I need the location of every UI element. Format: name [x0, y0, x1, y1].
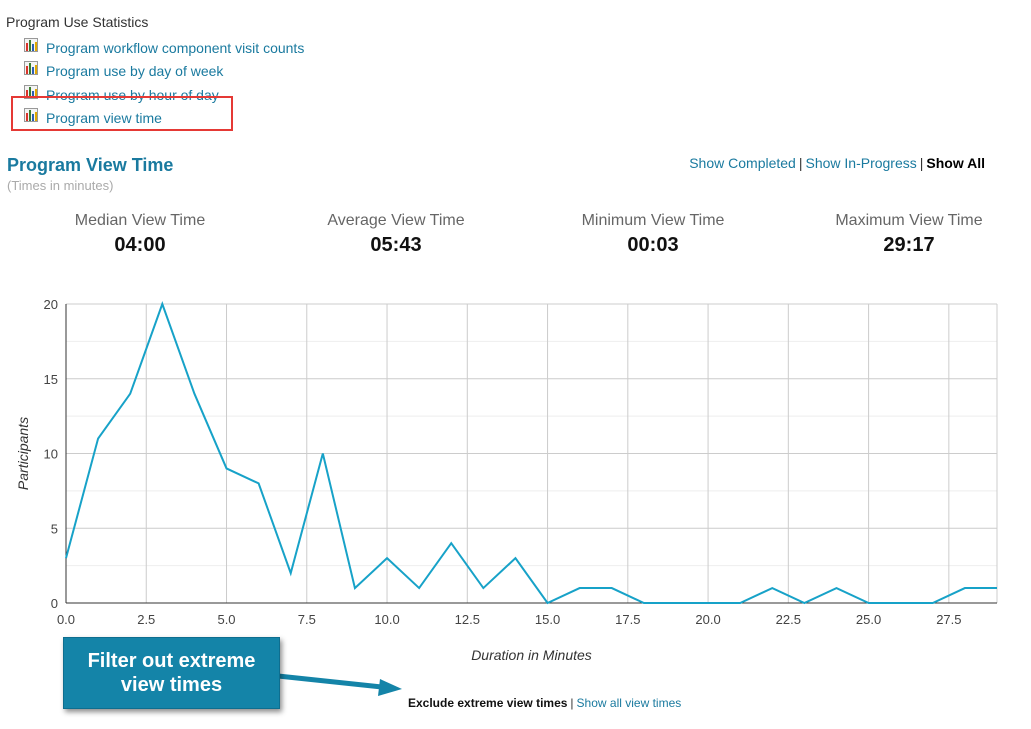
data-point	[546, 601, 550, 605]
data-point	[192, 392, 196, 396]
bottom-separator: |	[570, 696, 574, 710]
show-all-view-times-link[interactable]: Show all view times	[577, 696, 682, 710]
data-point	[834, 586, 838, 590]
stat-value: 05:43	[370, 234, 422, 256]
exclude-extreme-link[interactable]: Exclude extreme view times	[408, 696, 567, 710]
data-point	[128, 392, 132, 396]
stat-median: Median View Time 04:00	[40, 212, 240, 257]
show-all-filter[interactable]: Show All	[926, 155, 985, 171]
data-point	[610, 586, 614, 590]
data-point	[963, 586, 967, 590]
x-tick-label: 5.0	[217, 612, 235, 627]
bar-chart-icon	[24, 37, 38, 52]
data-point	[642, 601, 646, 605]
data-point	[867, 601, 871, 605]
data-point	[513, 556, 517, 560]
x-tick-label: 12.5	[455, 612, 480, 627]
annotation-arrow	[277, 673, 402, 696]
stat-value: 29:17	[883, 234, 935, 256]
section-title: Program Use Statistics	[6, 14, 149, 30]
data-point	[931, 601, 935, 605]
x-tick-label: 0.0	[57, 612, 75, 627]
y-tick-label: 0	[51, 596, 58, 611]
filter-separator: |	[919, 155, 924, 171]
y-tick-label: 5	[51, 521, 58, 536]
stat-label: Minimum View Time	[581, 212, 725, 229]
report-item-day-of-week[interactable]: Program use by day of week	[24, 60, 304, 84]
show-in-progress-link[interactable]: Show In-Progress	[805, 155, 916, 171]
highlight-box	[11, 96, 233, 131]
x-tick-label: 17.5	[615, 612, 640, 627]
annotation-callout: Filter out extreme view times	[63, 637, 280, 709]
data-point	[96, 437, 100, 441]
data-point	[995, 586, 999, 590]
x-tick-label: 20.0	[695, 612, 720, 627]
view-time-chart: 0 5 10 15 20 0.0 2.5 5.0 7.5 10.0 12.5 15.0 17.5 20.0…	[15, 297, 999, 663]
x-tick-label: 15.0	[535, 612, 560, 627]
x-tick-label: 7.5	[298, 612, 316, 627]
stat-label: Median View Time	[74, 212, 206, 229]
data-point	[160, 302, 164, 306]
bar-chart-icon	[24, 61, 38, 76]
stat-maximum: Maximum View Time 29:17	[809, 212, 1009, 257]
data-point	[353, 586, 357, 590]
x-tick-label: 25.0	[856, 612, 881, 627]
data-point	[738, 601, 742, 605]
y-tick-label: 20	[44, 297, 58, 312]
filter-links: Show Completed | Show In-Progress | Show All	[689, 155, 985, 171]
y-tick-label: 10	[44, 447, 58, 462]
stat-label: Average View Time	[327, 212, 465, 229]
data-point	[770, 586, 774, 590]
data-point	[706, 601, 710, 605]
data-point	[385, 556, 389, 560]
data-point	[257, 481, 261, 485]
data-point	[64, 556, 68, 560]
x-tick-label: 2.5	[137, 612, 155, 627]
report-title: Program View Time	[7, 155, 174, 175]
data-point	[449, 541, 453, 545]
data-point	[481, 586, 485, 590]
stat-value: 04:00	[114, 234, 166, 256]
x-axis-label: Duration in Minutes	[471, 647, 592, 663]
x-tick-label: 27.5	[936, 612, 961, 627]
show-completed-link[interactable]: Show Completed	[689, 155, 796, 171]
y-tick-label: 15	[44, 372, 58, 387]
data-point	[417, 586, 421, 590]
data-point	[899, 601, 903, 605]
report-link-visit-counts[interactable]: Program workflow component visit counts	[46, 40, 304, 56]
x-tick-label: 10.0	[374, 612, 399, 627]
stat-average: Average View Time 05:43	[296, 212, 496, 257]
data-point	[578, 586, 582, 590]
data-point	[802, 601, 806, 605]
x-tick-label: 22.5	[776, 612, 801, 627]
data-point	[674, 601, 678, 605]
report-link-day-of-week[interactable]: Program use by day of week	[46, 63, 223, 79]
bottom-links: Exclude extreme view times | Show all view…	[408, 696, 681, 710]
stat-minimum: Minimum View Time 00:03	[553, 212, 753, 257]
report-subtitle: (Times in minutes)	[7, 178, 114, 193]
report-item-visit-counts[interactable]: Program workflow component visit counts	[24, 36, 304, 60]
stat-value: 00:03	[627, 234, 679, 256]
data-point	[225, 466, 229, 470]
data-point	[321, 452, 325, 456]
y-axis-label: Participants	[15, 417, 31, 490]
data-point	[289, 571, 293, 575]
stat-label: Maximum View Time	[835, 212, 983, 229]
